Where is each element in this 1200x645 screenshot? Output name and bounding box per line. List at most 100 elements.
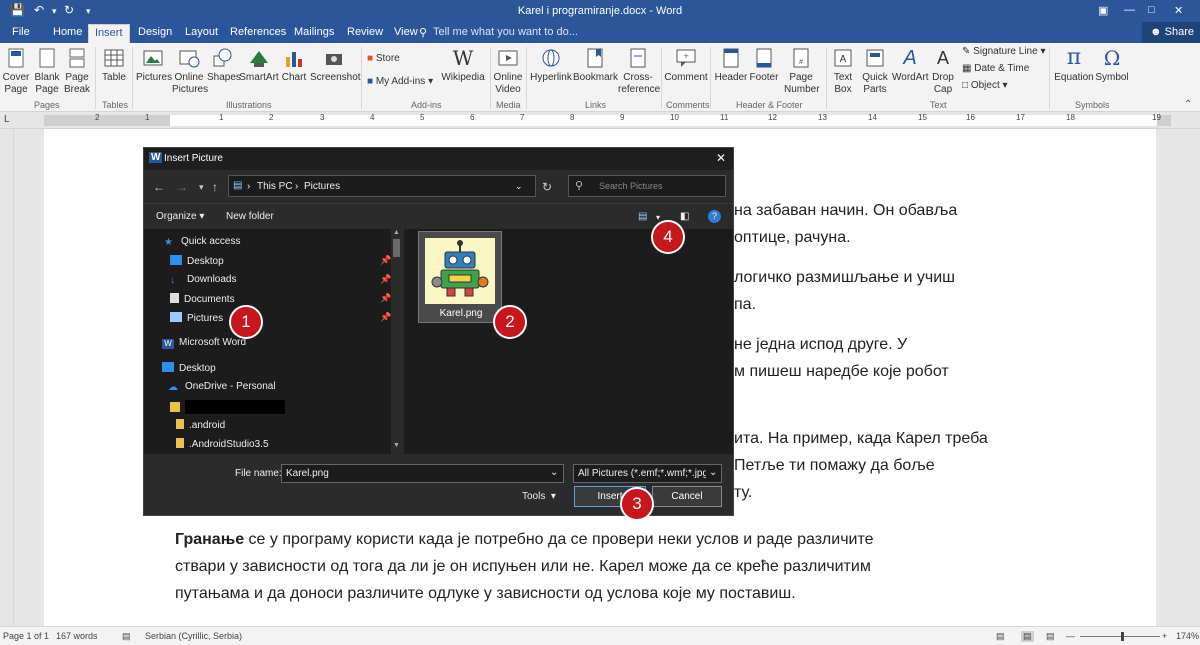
preview-pane-icon[interactable]: ◧ xyxy=(680,211,689,222)
nav-android-folder[interactable]: .android xyxy=(176,419,225,431)
close-window-icon[interactable]: ✕ xyxy=(1174,4,1183,17)
text-box-button[interactable]: A Text Box xyxy=(829,45,857,96)
page-count[interactable]: Page 1 of 1 xyxy=(3,631,49,641)
tab-references[interactable]: References xyxy=(230,26,286,38)
date-time-button[interactable]: ▦ Date & Time xyxy=(962,63,1029,75)
nav-pictures[interactable]: Pictures xyxy=(170,312,223,324)
cross-reference-button[interactable]: Cross- reference xyxy=(618,45,660,96)
footer-button[interactable]: Footer xyxy=(748,45,780,84)
table-button[interactable]: Table xyxy=(100,45,128,84)
comment-button[interactable]: + Comment xyxy=(664,45,708,84)
header-button[interactable]: Header xyxy=(713,45,749,84)
object-button[interactable]: □ Object ▾ xyxy=(962,80,1008,92)
page-break-button[interactable]: Page Break xyxy=(63,45,91,96)
hyperlink-button[interactable]: Hyperlink xyxy=(530,45,572,84)
equation-button[interactable]: π Equation xyxy=(1053,45,1095,84)
back-icon[interactable]: ← xyxy=(153,180,165,194)
tab-view[interactable]: View xyxy=(394,26,418,38)
path-pictures[interactable]: Pictures xyxy=(304,181,340,192)
file-item-karel[interactable]: Karel.png xyxy=(418,231,502,323)
share-button[interactable]: ☻ Share xyxy=(1142,22,1200,43)
zoom-out-icon[interactable]: — xyxy=(1066,631,1075,641)
nav-androidstudio-folder[interactable]: .AndroidStudio3.5 xyxy=(176,438,269,450)
print-layout-icon[interactable]: ▤ xyxy=(1021,631,1034,642)
tab-mailings[interactable]: Mailings xyxy=(294,26,334,38)
read-mode-icon[interactable]: ▤ xyxy=(996,631,1005,642)
pictures-button[interactable]: Pictures xyxy=(136,45,172,84)
tab-design[interactable]: Design xyxy=(138,26,172,38)
tell-me-input[interactable]: Tell me what you want to do... xyxy=(433,26,578,38)
cancel-button[interactable]: Cancel xyxy=(652,486,722,507)
zoom-level[interactable]: 174% xyxy=(1176,631,1199,641)
drop-cap-button[interactable]: A Drop Cap xyxy=(929,45,957,96)
path-box[interactable]: ▤ › This PC › Pictures ⌄ xyxy=(228,175,536,197)
horizontal-ruler[interactable]: L 2 1 1 2 3 4 5 6 7 8 9 10 11 12 13 14 1… xyxy=(0,112,1200,129)
nav-onedrive[interactable]: ☁ OneDrive - Personal xyxy=(168,381,276,393)
wordart-button[interactable]: A WordArt xyxy=(892,45,929,84)
new-folder-button[interactable]: New folder xyxy=(226,211,274,222)
tab-selector-icon[interactable]: L xyxy=(4,114,10,125)
nav-downloads[interactable]: ↓ Downloads xyxy=(170,274,236,286)
recent-dropdown-icon[interactable]: ▾ xyxy=(199,182,204,193)
path-dropdown-icon[interactable]: ⌄ xyxy=(515,181,523,192)
scroll-down-icon[interactable]: ▼ xyxy=(393,442,400,449)
blank-page-button[interactable]: Blank Page xyxy=(33,45,61,96)
file-name-input[interactable]: Karel.png ⌄ xyxy=(281,464,564,483)
nav-microsoft-word[interactable]: W Microsoft Word xyxy=(162,337,246,349)
minimize-icon[interactable]: — xyxy=(1124,4,1135,16)
tab-layout[interactable]: Layout xyxy=(185,26,218,38)
view-options-icon[interactable]: ▤ xyxy=(638,211,647,222)
tools-button[interactable]: Tools ▾ xyxy=(522,491,556,502)
quick-parts-button[interactable]: Quick Parts xyxy=(858,45,892,96)
up-icon[interactable]: ↑ xyxy=(212,180,218,194)
smartart-button[interactable]: SmartArt xyxy=(239,45,279,84)
zoom-slider-thumb[interactable] xyxy=(1121,632,1124,641)
page-number-button[interactable]: # Page Number xyxy=(784,45,820,96)
shapes-button[interactable]: Shapes xyxy=(207,45,241,84)
signature-line-button[interactable]: ✎ Signature Line ▾ xyxy=(962,46,1045,58)
language-status[interactable]: Serbian (Cyrillic, Serbia) xyxy=(145,631,242,641)
store-button[interactable]: ■ Store xyxy=(367,53,400,65)
nav-quick-access[interactable]: ★ Quick access xyxy=(164,236,240,248)
nav-documents[interactable]: Documents xyxy=(170,293,235,305)
dialog-close-icon[interactable]: ✕ xyxy=(716,151,726,165)
my-addins-button[interactable]: ■ My Add-ins ▾ xyxy=(367,76,433,88)
bookmark-button[interactable]: Bookmark xyxy=(573,45,618,84)
word-count[interactable]: 167 words xyxy=(56,631,98,641)
wikipedia-button[interactable]: W Wikipedia xyxy=(440,45,486,84)
refresh-icon[interactable]: ↻ xyxy=(542,180,552,194)
file-type-dropdown-icon[interactable]: ⌄ xyxy=(709,467,717,478)
proofing-icon[interactable]: ▤ xyxy=(122,631,131,642)
scroll-up-icon[interactable]: ▲ xyxy=(393,229,400,236)
online-video-button[interactable]: Online Video xyxy=(492,45,524,96)
scrollbar-thumb[interactable] xyxy=(393,239,400,257)
symbol-button[interactable]: Ω Symbol xyxy=(1095,45,1129,84)
organize-button[interactable]: Organize ▾ xyxy=(156,211,204,222)
cover-page-button[interactable]: Cover Page xyxy=(2,45,30,96)
tab-review[interactable]: Review xyxy=(347,26,383,38)
maximize-icon[interactable]: □ xyxy=(1148,4,1155,16)
vertical-ruler[interactable] xyxy=(0,129,14,626)
tab-insert[interactable]: Insert xyxy=(88,24,130,43)
web-layout-icon[interactable]: ▤ xyxy=(1046,631,1055,642)
file-name-dropdown-icon[interactable]: ⌄ xyxy=(550,467,558,478)
path-this-pc[interactable]: This PC xyxy=(257,181,293,192)
search-input[interactable]: ⚲ Search Pictures xyxy=(568,175,726,197)
chart-button[interactable]: Chart xyxy=(281,45,307,84)
zoom-slider[interactable] xyxy=(1080,636,1160,637)
tab-file[interactable]: File xyxy=(12,26,30,38)
file-type-select[interactable]: All Pictures (*.emf;*.wmf;*.jpg;*.j ⌄ xyxy=(573,464,722,483)
nav-scrollbar[interactable]: ▲ ▼ xyxy=(391,229,402,454)
tab-home[interactable]: Home xyxy=(53,26,82,38)
zoom-in-icon[interactable]: + xyxy=(1162,631,1167,641)
collapse-ribbon-icon[interactable]: ⌃ xyxy=(1184,99,1192,110)
online-pictures-button[interactable]: Online Pictures xyxy=(172,45,208,96)
nav-desktop-root[interactable]: Desktop xyxy=(162,362,216,374)
forward-icon[interactable]: → xyxy=(176,180,188,194)
nav-desktop[interactable]: Desktop xyxy=(170,255,224,267)
help-icon[interactable]: ? xyxy=(708,210,721,223)
ribbon-display-icon[interactable]: ▣ xyxy=(1098,4,1108,17)
view-dropdown-icon[interactable]: ▾ xyxy=(656,213,660,222)
screenshot-button[interactable]: Screenshot xyxy=(310,45,361,84)
nav-user-folder[interactable] xyxy=(170,400,285,414)
